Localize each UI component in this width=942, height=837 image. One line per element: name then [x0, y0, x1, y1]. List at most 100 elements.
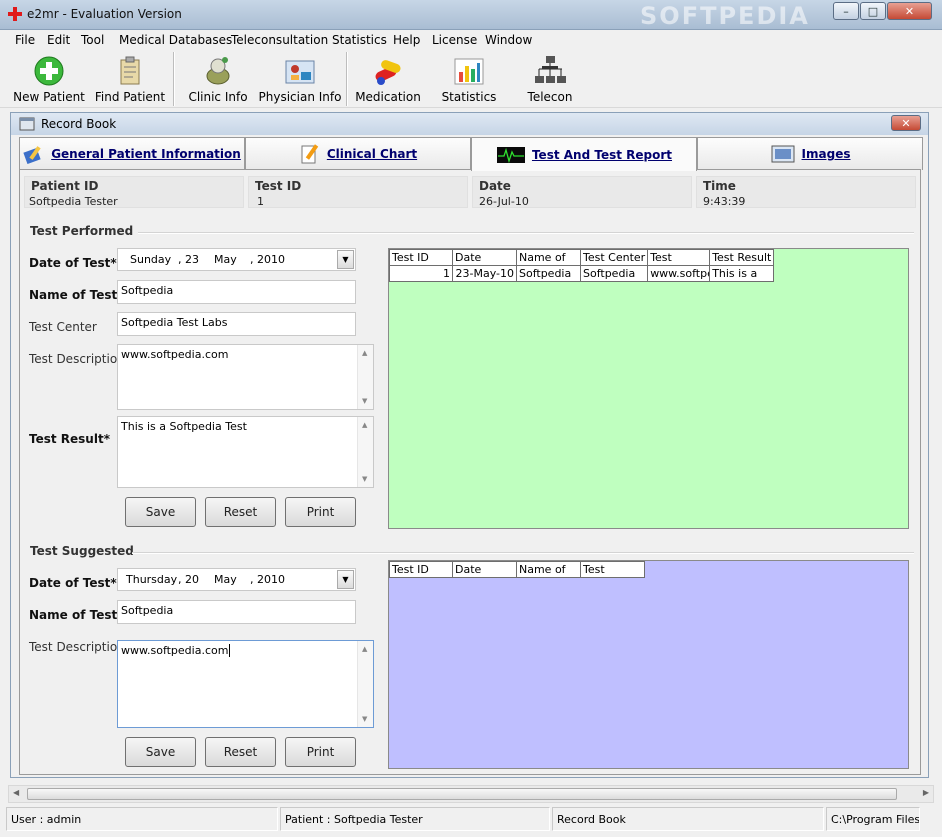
column-header[interactable]: Test Center [579, 249, 649, 266]
name-of-test-input[interactable]: Softpedia [117, 280, 356, 304]
new-patient-button[interactable]: New Patient [12, 50, 86, 108]
column-header[interactable]: Test [580, 561, 645, 578]
menu-edit[interactable]: Edit [47, 33, 70, 47]
toolbar-separator [173, 52, 175, 106]
watermark-logo: SOFTPEDIA [640, 2, 810, 30]
test-suggested-table: Test ID Date Name of Test [389, 561, 645, 578]
table-row[interactable]: 1 23-May-10 Softpedia Softpedia www.soft… [389, 265, 775, 282]
column-header[interactable]: Name of [516, 249, 581, 266]
physician-info-label: Physician Info [258, 90, 342, 104]
test-description-text: www.softpedia.com [121, 348, 229, 361]
suggested-reset-button[interactable]: Reset [205, 737, 276, 767]
pills-icon [375, 60, 401, 85]
date-day: Sunday [130, 253, 172, 266]
find-patient-label: Find Patient [94, 90, 166, 104]
test-suggested-heading: Test Suggested [30, 544, 134, 558]
medication-button[interactable]: Medication [353, 50, 423, 108]
tab-general-patient-information[interactable]: General Patient Information [19, 137, 245, 170]
suggested-name-of-test-label: Name of Test* [29, 608, 124, 622]
network-icon [535, 56, 566, 83]
green-plus-icon [34, 56, 64, 86]
menu-tool[interactable]: Tool [81, 33, 104, 47]
patient-id-value: Softpedia Tester [29, 195, 118, 208]
column-header[interactable]: Test [647, 249, 711, 266]
tab-label: Clinical Chart [326, 147, 418, 161]
save-button[interactable]: Save [125, 497, 196, 527]
tab-label: General Patient Information [51, 147, 241, 161]
tab-test-and-test-report[interactable]: Test And Test Report [471, 137, 697, 171]
test-description-textarea[interactable]: www.softpedia.com ▲ ▼ [117, 344, 374, 410]
menu-file[interactable]: File [15, 33, 35, 47]
horizontal-scrollbar[interactable]: ◀ ▶ [8, 785, 934, 803]
telecon-button[interactable]: Telecon [518, 50, 582, 108]
test-performed-grid[interactable]: Test ID Date Name of Test Center Test Te… [388, 248, 909, 529]
divider [138, 232, 914, 234]
date-label: Date [479, 179, 511, 193]
test-center-label: Test Center [29, 320, 97, 334]
column-header[interactable]: Date [452, 561, 517, 578]
column-header[interactable]: Date [452, 249, 517, 266]
test-result-textarea[interactable]: This is a Softpedia Test ▲ ▼ [117, 416, 374, 488]
suggested-print-button[interactable]: Print [285, 737, 356, 767]
column-header[interactable]: Test Result [709, 249, 775, 266]
record-book-close-button[interactable]: ✕ [891, 115, 921, 131]
clinic-info-button[interactable]: Clinic Info [183, 50, 253, 108]
suggested-name-of-test-input[interactable]: Softpedia [117, 600, 356, 624]
menu-statistics[interactable]: Statistics [332, 33, 387, 47]
menu-teleconsultation[interactable]: Teleconsultation [231, 33, 328, 47]
close-button[interactable]: ✕ [887, 2, 932, 20]
date-of-test-picker[interactable]: Sunday , 23 May , 2010 ▼ [117, 248, 356, 271]
scrollbar[interactable]: ▲ ▼ [357, 641, 373, 727]
maximize-button[interactable]: □ [860, 2, 886, 20]
test-performed-table: Test ID Date Name of Test Center Test Te… [389, 249, 775, 282]
test-result-text: This is a Softpedia Test [121, 420, 247, 433]
menu-license[interactable]: License [432, 33, 477, 47]
record-book-title: Record Book [41, 117, 117, 131]
tab-label: Test And Test Report [531, 147, 673, 162]
cell: 23-May-10 [452, 265, 517, 282]
minimize-button[interactable]: – [833, 2, 859, 20]
find-patient-button[interactable]: Find Patient [93, 50, 167, 108]
tab-label: Images [801, 147, 851, 161]
time-value: 9:43:39 [703, 195, 746, 208]
test-suggested-grid[interactable]: Test ID Date Name of Test [388, 560, 909, 769]
record-book-title-bar: Record Book ✕ [11, 113, 928, 135]
suggested-test-description-textarea[interactable]: www.softpedia.com ▲ ▼ [117, 640, 374, 728]
scroll-left-icon[interactable]: ◀ [13, 788, 19, 797]
date-year: , 2010 [250, 253, 285, 266]
notepad-pencil-icon [301, 144, 319, 164]
date-of-test-label: Date of Test* [29, 256, 117, 270]
date-year: , 2010 [250, 573, 285, 586]
chevron-down-icon[interactable]: ▼ [337, 570, 354, 589]
date-day: Thursday [126, 573, 178, 586]
scroll-right-icon[interactable]: ▶ [923, 788, 929, 797]
scrollbar[interactable]: ▲ ▼ [357, 345, 373, 409]
menu-window[interactable]: Window [485, 33, 532, 47]
menu-bar: File Edit Tool Medical Databases Telecon… [0, 30, 942, 50]
physician-info-button[interactable]: Physician Info [258, 50, 342, 108]
status-bar: User : admin Patient : Softpedia Tester … [0, 805, 942, 837]
chevron-down-icon[interactable]: ▼ [337, 250, 354, 269]
clinic-info-label: Clinic Info [188, 90, 248, 104]
reset-button[interactable]: Reset [205, 497, 276, 527]
print-button[interactable]: Print [285, 497, 356, 527]
menu-help[interactable]: Help [393, 33, 420, 47]
time-box: Time 9:43:39 [696, 176, 916, 208]
tab-images[interactable]: Images [697, 137, 923, 170]
name-of-test-label: Name of Test* [29, 288, 124, 302]
test-report-panel: Patient ID Softpedia Tester Test ID 1 Da… [19, 169, 921, 775]
scroll-thumb[interactable] [27, 788, 897, 800]
suggested-date-of-test-picker[interactable]: Thursday , 20 May , 2010 ▼ [117, 568, 356, 591]
scrollbar[interactable]: ▲ ▼ [357, 417, 373, 487]
menu-medical-databases[interactable]: Medical Databases [119, 33, 232, 47]
column-header[interactable]: Test ID [389, 249, 453, 266]
tab-clinical-chart[interactable]: Clinical Chart [245, 137, 471, 170]
record-book-window: Record Book ✕ General Patient Informatio… [10, 112, 929, 778]
column-header[interactable]: Test ID [389, 561, 453, 578]
test-id-label: Test ID [255, 179, 302, 193]
suggested-save-button[interactable]: Save [125, 737, 196, 767]
physician-card-icon [285, 60, 315, 84]
statistics-button[interactable]: Statistics [436, 50, 502, 108]
test-center-input[interactable]: Softpedia Test Labs [117, 312, 356, 336]
column-header[interactable]: Name of [516, 561, 581, 578]
